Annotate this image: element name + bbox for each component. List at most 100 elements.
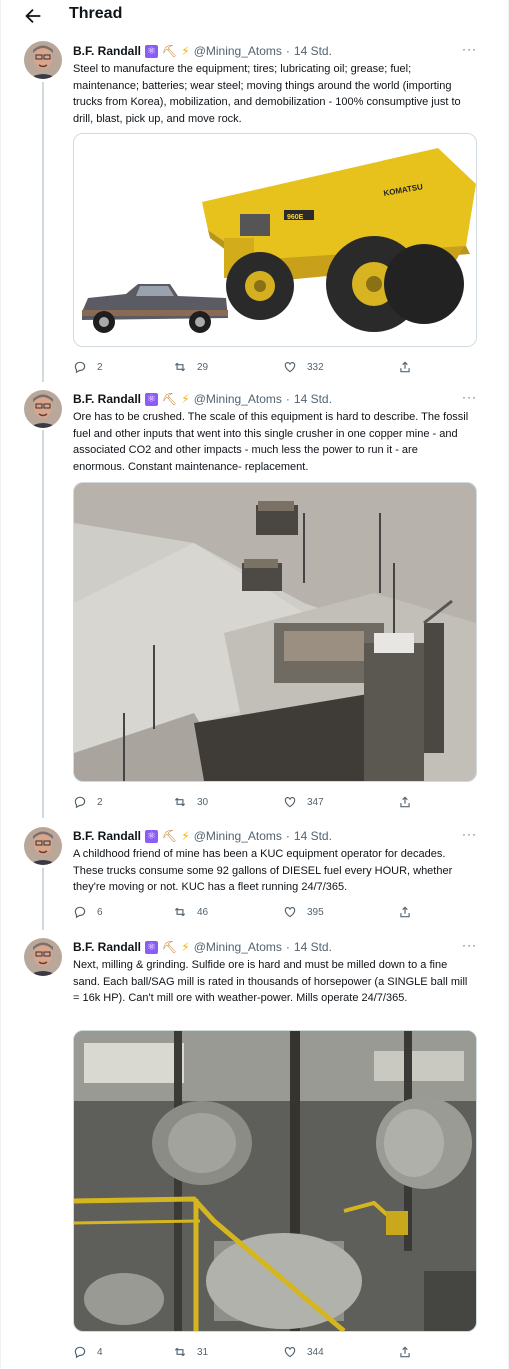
retweet-icon: [174, 362, 186, 372]
retweet-icon: [174, 907, 186, 917]
reply-button[interactable]: 2: [73, 359, 103, 375]
back-button[interactable]: [22, 5, 44, 27]
avatar[interactable]: [24, 390, 62, 428]
more-options-icon[interactable]: ···: [462, 42, 478, 58]
more-options-icon[interactable]: ···: [462, 390, 478, 406]
reply-icon: [74, 796, 86, 809]
retweet-button[interactable]: 46: [173, 904, 208, 920]
author-handle[interactable]: @Mining_Atoms: [194, 829, 282, 843]
retweet-button[interactable]: 30: [173, 794, 208, 810]
tweet-actions: 2 29 332: [73, 359, 413, 375]
tweet-image[interactable]: [73, 482, 477, 782]
timestamp[interactable]: 14 Std.: [294, 829, 332, 843]
retweet-count: 31: [197, 1346, 209, 1358]
tweet-text: Steel to manufacture the equipment; tire…: [73, 63, 461, 125]
reply-count: 2: [97, 361, 103, 373]
page-title: Thread: [69, 5, 123, 22]
like-button[interactable]: 395: [283, 904, 324, 920]
avatar-portrait: [24, 827, 62, 865]
reply-icon: [74, 906, 86, 919]
reply-count: 2: [97, 796, 103, 808]
share-icon: [400, 361, 410, 373]
atom-icon: ⚛: [145, 829, 159, 843]
pickaxe-icon: ⛏: [162, 392, 178, 406]
lightning-icon: ⚡: [181, 44, 190, 58]
author-handle[interactable]: @Mining_Atoms: [194, 940, 282, 954]
separator-dot: ·: [285, 392, 290, 406]
retweet-count: 30: [197, 796, 209, 808]
like-count: 347: [307, 796, 324, 808]
retweet-count: 29: [197, 361, 209, 373]
ball-mill-image: [74, 1031, 476, 1331]
retweet-count: 46: [197, 906, 209, 918]
reply-button[interactable]: 6: [73, 904, 103, 920]
share-button[interactable]: [398, 904, 412, 920]
lightning-icon: ⚡: [181, 940, 190, 954]
timestamp[interactable]: 14 Std.: [294, 44, 332, 58]
tweet[interactable]: B.F. Randall ⚛ ⛏ ⚡ @Mining_Atoms · 14 St…: [0, 938, 509, 1368]
heart-icon: [284, 362, 296, 373]
reply-button[interactable]: 2: [73, 794, 103, 810]
tweet[interactable]: B.F. Randall ⚛ ⛏ ⚡ @Mining_Atoms · 14 St…: [0, 827, 509, 923]
retweet-button[interactable]: 29: [173, 359, 208, 375]
separator-dot: ·: [285, 940, 290, 954]
author-name[interactable]: B.F. Randall: [73, 829, 141, 843]
separator-dot: ·: [285, 44, 290, 58]
reply-icon: [74, 1346, 86, 1359]
share-icon: [400, 796, 410, 808]
tweet-image[interactable]: [73, 1030, 477, 1332]
share-button[interactable]: [398, 794, 412, 810]
more-options-icon[interactable]: ···: [462, 938, 478, 954]
pickaxe-icon: ⛏: [162, 940, 178, 954]
pickaxe-icon: ⛏: [162, 829, 178, 843]
timestamp[interactable]: 14 Std.: [294, 940, 332, 954]
avatar[interactable]: [24, 827, 62, 865]
reply-button[interactable]: 4: [73, 1344, 103, 1360]
share-icon: [400, 1346, 410, 1358]
atom-icon: ⚛: [145, 392, 159, 406]
tweet-actions: 6 46 395: [73, 904, 413, 920]
tweet-actions: 2 30 347: [73, 794, 413, 810]
thread-header: Thread: [0, 0, 509, 32]
retweet-icon: [174, 797, 186, 807]
heart-icon: [284, 907, 296, 918]
heart-icon: [284, 1347, 296, 1358]
share-button[interactable]: [398, 359, 412, 375]
tweet[interactable]: B.F. Randall ⚛ ⛏ ⚡ @Mining_Atoms · 14 St…: [0, 41, 509, 374]
avatar-portrait: [24, 41, 62, 79]
author-handle[interactable]: @Mining_Atoms: [194, 44, 282, 58]
haul-truck-image: 960E KOMATSU: [74, 134, 476, 346]
avatar-portrait: [24, 938, 62, 976]
truck-badge-text: 960E: [287, 214, 304, 221]
author-name[interactable]: B.F. Randall: [73, 44, 141, 58]
arrow-left-icon: [25, 8, 41, 24]
tweet-image[interactable]: 960E KOMATSU: [73, 133, 477, 347]
retweet-icon: [174, 1347, 186, 1357]
like-button[interactable]: 332: [283, 359, 324, 375]
author-name[interactable]: B.F. Randall: [73, 940, 141, 954]
share-icon: [400, 906, 410, 918]
like-button[interactable]: 347: [283, 794, 324, 810]
share-button[interactable]: [398, 1344, 412, 1360]
avatar[interactable]: [24, 938, 62, 976]
more-options-icon[interactable]: ···: [462, 827, 478, 843]
atom-icon: ⚛: [145, 44, 159, 58]
reply-icon: [74, 361, 86, 374]
pickaxe-icon: ⛏: [162, 44, 178, 58]
author-name[interactable]: B.F. Randall: [73, 392, 141, 406]
separator-dot: ·: [285, 829, 290, 843]
timestamp[interactable]: 14 Std.: [294, 392, 332, 406]
like-count: 332: [307, 361, 324, 373]
atom-icon: ⚛: [145, 940, 159, 954]
crusher-quarry-image: [74, 483, 476, 781]
reply-count: 6: [97, 906, 103, 918]
avatar-portrait: [24, 390, 62, 428]
avatar[interactable]: [24, 41, 62, 79]
retweet-button[interactable]: 31: [173, 1344, 208, 1360]
author-handle[interactable]: @Mining_Atoms: [194, 392, 282, 406]
tweet-text: Ore has to be crushed. The scale of this…: [73, 411, 469, 473]
lightning-icon: ⚡: [181, 829, 190, 843]
like-button[interactable]: 344: [283, 1344, 324, 1360]
tweet-text: A childhood friend of mine has been a KU…: [73, 848, 453, 893]
tweet[interactable]: B.F. Randall ⚛ ⛏ ⚡ @Mining_Atoms · 14 St…: [0, 390, 509, 820]
